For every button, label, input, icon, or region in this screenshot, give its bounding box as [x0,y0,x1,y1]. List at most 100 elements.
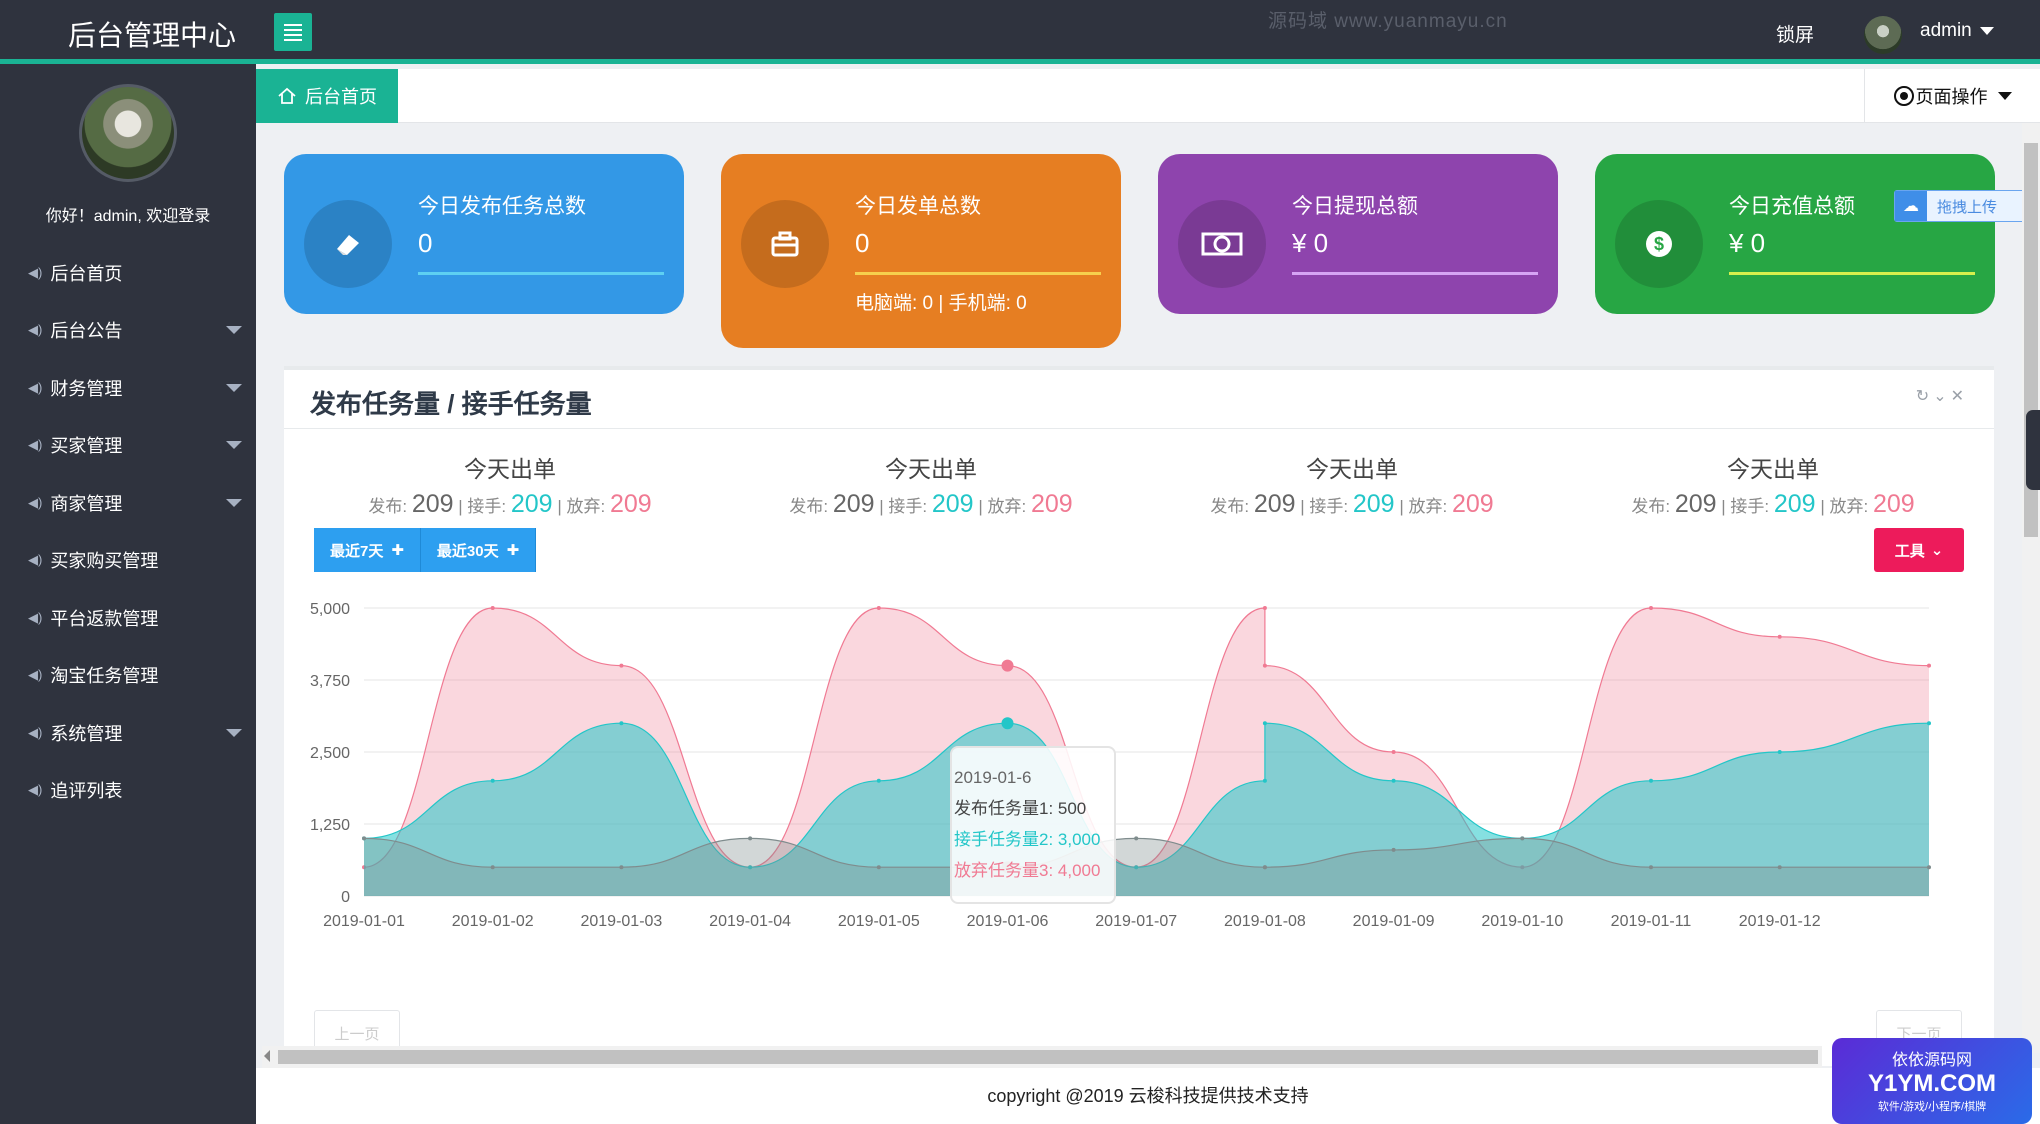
data-point[interactable] [1391,847,1396,852]
stat-value: ¥ 0 [1292,228,1329,258]
upload-label: 拖拽上传 [1937,198,1998,216]
data-point[interactable] [1649,778,1653,783]
published-label: 发布: [368,497,408,516]
data-point[interactable] [490,778,495,783]
drag-upload-button[interactable]: ☁ 拖拽上传 [1894,190,2026,222]
data-point[interactable] [1520,836,1525,841]
watermark-text: 源码域 www.yuanmayu.cn [1268,11,1508,32]
abandoned-value: 209 [1872,490,1915,518]
data-point[interactable] [1649,865,1653,870]
data-point[interactable] [619,865,624,870]
sidebar-item[interactable]: ◀) 淘宝任务管理 [0,647,256,704]
data-point[interactable] [748,836,753,841]
horizontal-scrollbar[interactable] [262,1046,1822,1068]
data-point[interactable] [876,606,881,610]
menu-toggle-button[interactable] [274,13,312,51]
data-point[interactable] [1927,663,1931,668]
sidebar-item[interactable]: ◀) 买家管理 [0,417,256,474]
collapse-icon[interactable]: ⌄ [1933,388,1950,405]
svg-text:$: $ [1654,234,1664,254]
data-point[interactable] [619,663,624,668]
cloud-icon: ☁ [1895,191,1927,221]
range-button-group: 最近7天 ✚ 最近30天 ✚ [314,528,537,572]
last7-label: 最近7天 [330,542,384,560]
sidebar-item[interactable]: ◀) 财务管理 [0,359,256,416]
x-tick-label: 2019-01-07 [1095,913,1177,930]
vertical-scrollbar[interactable] [2022,123,2040,1053]
data-point[interactable] [1777,865,1782,870]
panel-tools: ↻⌄✕ [1916,386,1968,406]
summary-values: 发布: 209 | 接手: 209 | 放弃: 209 [1631,490,1915,518]
summary-title: 今天出单 [1306,456,1398,482]
data-point[interactable] [1262,721,1267,726]
data-point[interactable] [1649,606,1653,610]
page-operations-menu[interactable]: 页面操作 [1864,69,2040,123]
data-point[interactable] [876,865,881,870]
tooltip-line-3: 放弃任务量3: 4,000 [954,861,1101,880]
chart-tooltip: 2019-01-6 发布任务量1: 500 接手任务量2: 3,000 放弃任务… [950,746,1116,904]
daily-summary: 今天出单 发布: 209 | 接手: 209 | 放弃: 209 [300,450,720,519]
last-30-days-button[interactable]: 最近30天 ✚ [420,528,537,572]
data-point[interactable] [1262,663,1267,668]
data-point[interactable] [1391,750,1396,754]
data-point[interactable] [362,836,366,841]
chevron-down-icon [1979,26,1994,35]
user-menu[interactable]: admin [1920,20,1994,42]
side-widget-tab[interactable] [2026,410,2040,490]
data-point[interactable] [876,778,881,783]
published-label: 发布: [1631,497,1671,516]
data-point[interactable] [1927,865,1931,870]
data-point[interactable] [1134,836,1139,841]
chevron-down-icon [226,498,242,507]
home-icon [278,87,296,104]
tools-dropdown-button[interactable]: 工具 ⌄ [1874,528,1964,572]
data-point[interactable] [1262,778,1267,783]
x-tick-label: 2019-01-05 [838,913,920,930]
data-point[interactable] [1001,659,1014,672]
accepted-value: 209 [1352,490,1395,518]
data-point[interactable] [1262,865,1267,870]
sidebar-item[interactable]: ◀) 商家管理 [0,474,256,531]
user-name: admin [1920,20,1972,41]
data-point[interactable] [1777,634,1782,639]
data-point[interactable] [490,865,495,870]
data-point[interactable] [1777,750,1782,754]
sidebar-item[interactable]: ◀) 后台公告 [0,302,256,359]
stat-underline [855,272,1101,275]
tooltip-title: 2019-01-6 [954,768,1032,787]
stat-value: ¥ 0 [1729,228,1766,258]
data-point[interactable] [490,606,495,610]
abandoned-label: 放弃: [1829,497,1869,516]
lock-screen-link[interactable]: 锁屏 [1776,20,1814,47]
data-point[interactable] [1001,717,1014,730]
sidebar-item[interactable]: ◀) 系统管理 [0,704,256,761]
data-point[interactable] [1391,778,1396,783]
summary-values: 发布: 209 | 接手: 209 | 放弃: 209 [1210,490,1494,518]
published-label: 发布: [789,497,829,516]
last-7-days-button[interactable]: 最近7天 ✚ [314,528,421,572]
stat-title: 今日发布任务总数 [418,195,586,218]
sidebar-item-label: 后台公告 [50,321,123,341]
abandoned-label: 放弃: [987,497,1027,516]
data-point[interactable] [619,721,624,726]
sidebar-item[interactable]: ◀) 追评列表 [0,762,256,819]
tab-bar: 后台首页 页面操作 [256,69,2040,123]
speaker-icon: ◀) [28,494,43,510]
accepted-value: 209 [510,490,553,518]
scroll-thumb[interactable] [278,1050,1818,1064]
data-point[interactable] [1927,721,1931,726]
data-point[interactable] [1262,606,1267,610]
refresh-icon[interactable]: ↻ [1916,388,1933,405]
tab-home[interactable]: 后台首页 [256,69,398,123]
area-chart[interactable]: 0 1,250 2,500 3,750 5,000 2019-01-01 2019-01-0… [284,580,1994,990]
user-avatar[interactable] [1864,16,1902,54]
sidebar-item[interactable]: ◀) 后台首页 [0,244,256,301]
x-tick-label: 2019-01-04 [709,913,791,930]
sidebar-item[interactable]: ◀) 买家购买管理 [0,532,256,589]
close-icon[interactable]: ✕ [1951,388,1968,405]
stat-card: 今日发单总数 0 电脑端: 0 | 手机端: 0 [721,154,1121,348]
scroll-left-icon[interactable] [264,1050,270,1062]
accepted-label: 接手: [467,497,507,516]
chevron-down-icon [226,383,242,392]
sidebar-item[interactable]: ◀) 平台返款管理 [0,589,256,646]
